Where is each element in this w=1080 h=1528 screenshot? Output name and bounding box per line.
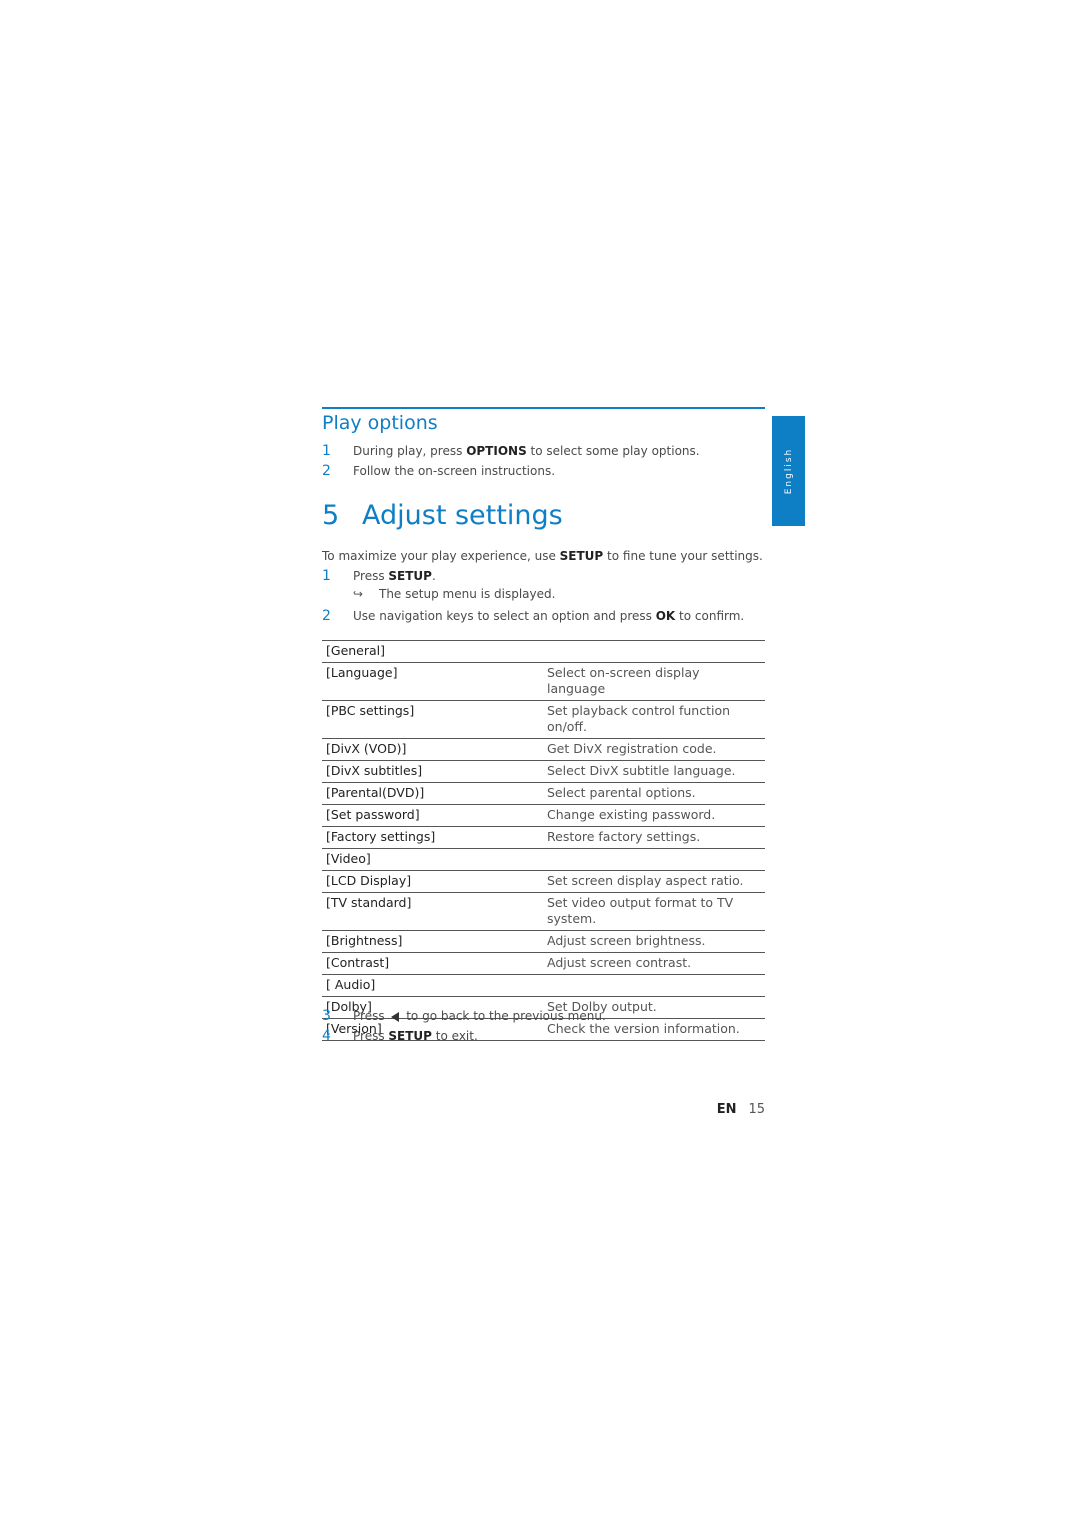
option-description: Get DivX registration code. [547, 741, 717, 756]
table-row: [ Audio] [322, 975, 765, 997]
option-name: [Video] [326, 851, 371, 866]
table-row: [Factory settings] Restore factory settin… [322, 827, 765, 849]
table-row: [General] [322, 640, 765, 663]
option-name: [DivX (VOD)] [326, 741, 407, 756]
language-tab-label: English [783, 447, 794, 495]
left-triangle-icon [391, 1011, 400, 1022]
option-name: [Factory settings] [326, 829, 436, 844]
table-row: [Video] [322, 849, 765, 871]
option-description: Set screen display aspect ratio. [547, 873, 744, 888]
table-row: [Language] Select on-screen display langu… [322, 663, 765, 701]
option-description [543, 849, 765, 871]
table-row: [Set password] Change existing password. [322, 805, 765, 827]
option-name: [LCD Display] [326, 873, 412, 888]
option-description: Adjust screen brightness. [547, 933, 706, 948]
table-row: [DivX (VOD)] Get DivX registration code. [322, 739, 765, 761]
option-name: [General] [326, 643, 386, 658]
manual-page: Play options English 1 During play, press… [0, 0, 1080, 1528]
option-name: [DivX subtitles] [326, 763, 423, 778]
play-step-1: 1 During play, press OPTIONS to select so… [322, 443, 700, 459]
option-name: [Parental(DVD)] [326, 785, 425, 800]
page-number: 15 [748, 1102, 765, 1117]
page-footer: EN 15 [717, 1102, 765, 1117]
settings-table: [General] [Language] Select on-screen disp… [322, 640, 765, 1041]
option-name: [Set password] [326, 807, 420, 822]
section-rule [322, 407, 765, 409]
table-row: [LCD Display] Set screen display aspect r… [322, 871, 765, 893]
language-tab: English [772, 416, 805, 526]
option-description: Select on-screen display language [547, 665, 700, 696]
intro-text: To maximize your play experience, use SE… [322, 549, 763, 563]
option-description: Change existing password. [547, 807, 716, 822]
option-description: Select parental options. [547, 785, 696, 800]
option-name: [Language] [326, 665, 398, 680]
chapter-heading: 5 Adjust settings [322, 500, 563, 531]
option-name: [Brightness] [326, 933, 403, 948]
table-row: [DivX subtitles] Select DivX subtitle lan… [322, 761, 765, 783]
play-step-2: 2 Follow the on-screen instructions. [322, 463, 556, 479]
option-name: [Contrast] [326, 955, 390, 970]
setup-step-1: 1 Press SETUP. [322, 568, 436, 584]
option-description [543, 975, 765, 997]
option-description: Set playback control function on/off. [547, 703, 731, 734]
option-description [543, 641, 765, 663]
setup-step-4: 4 Press SETUP to exit. [322, 1028, 478, 1044]
option-description: Select DivX subtitle language. [547, 763, 736, 778]
option-name: [ Audio] [326, 977, 376, 992]
footer-lang: EN [716, 1102, 737, 1117]
result-arrow-icon: ↪ [353, 587, 364, 601]
table-row: [TV standard] Set video output format to … [322, 893, 765, 931]
table-row: [Parental(DVD)] Select parental options. [322, 783, 765, 805]
option-description: Set video output format to TV system. [547, 895, 734, 926]
table-row: [Contrast] Adjust screen contrast. [322, 953, 765, 975]
option-name: [TV standard] [326, 895, 412, 910]
option-description: Restore factory settings. [547, 829, 701, 844]
setup-step-1-result: ↪ The setup menu is displayed. [353, 587, 556, 601]
table-row: [Brightness] Adjust screen brightness. [322, 931, 765, 953]
setup-step-3: 3 Press to go back to the previous menu. [322, 1008, 606, 1024]
table-row: [PBC settings] Set playback control funct… [322, 701, 765, 739]
option-description: Adjust screen contrast. [547, 955, 692, 970]
option-name: [PBC settings] [326, 703, 415, 718]
play-options-heading: Play options [322, 412, 438, 434]
setup-step-2: 2 Use navigation keys to select an option… [322, 608, 745, 624]
